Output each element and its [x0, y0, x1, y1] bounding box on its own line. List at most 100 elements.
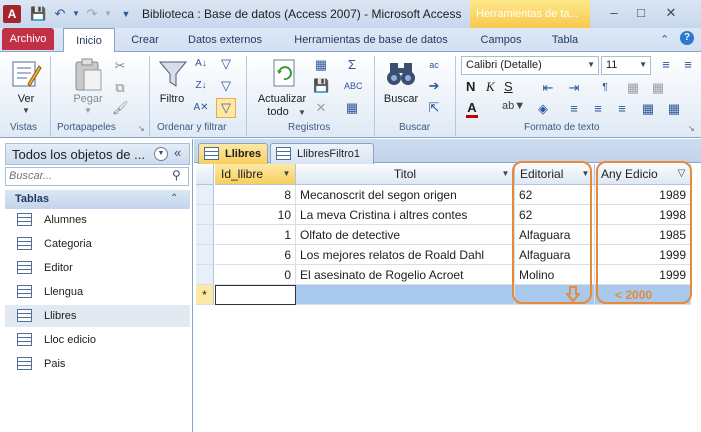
section-collapse-icon[interactable]: ⌃ — [170, 193, 178, 204]
cell-titol[interactable]: La meva Cristina i altres contes — [296, 205, 515, 225]
help-icon[interactable]: ? — [680, 31, 694, 45]
save-icon[interactable]: 💾 — [30, 6, 46, 22]
tab-crear[interactable]: Crear — [124, 28, 166, 52]
sort-ascending-icon[interactable]: A↓ — [193, 56, 209, 72]
nav-item-llibres[interactable]: Llibres — [5, 305, 190, 327]
highlight-icon[interactable]: ▦ — [650, 80, 666, 96]
toggle-filter-icon[interactable]: ▽ — [216, 98, 236, 118]
cell-titol[interactable]: Los mejores relatos de Roald Dahl — [296, 245, 515, 265]
advanced-filter-icon[interactable]: ▽ — [218, 78, 234, 94]
tab-archivo[interactable]: Archivo — [2, 28, 54, 50]
gridlines-icon[interactable]: ▦ — [640, 101, 656, 117]
nav-item-llengua[interactable]: Llengua — [5, 281, 190, 303]
selection-filter-icon[interactable]: ▽ — [218, 56, 234, 72]
doc-tab-llibresfiltro1[interactable]: LlibresFiltro1 — [270, 143, 374, 164]
new-record-marker[interactable]: * — [196, 285, 214, 305]
cell-id-llibre[interactable]: 0 — [215, 265, 296, 285]
align-center-icon[interactable]: ≡ — [590, 101, 606, 117]
access-app-icon[interactable]: A — [3, 5, 21, 23]
nav-search-box[interactable] — [5, 167, 189, 186]
alt-row-color-icon[interactable]: ▦ — [666, 101, 682, 117]
column-dropdown-icon[interactable]: ▼ — [500, 168, 511, 180]
rich-text-icon[interactable]: ▦ — [625, 80, 641, 96]
cell-id-llibre[interactable]: 6 — [215, 245, 296, 265]
column-sort-icon[interactable]: ▼ — [281, 168, 292, 180]
row-selector[interactable] — [196, 185, 214, 205]
totals-icon[interactable]: Σ — [344, 57, 360, 73]
redo-icon[interactable]: ↷ — [84, 6, 100, 22]
paste-dropdown-icon[interactable]: ▼ — [84, 106, 92, 115]
sort-descending-icon[interactable]: Z↓ — [193, 78, 209, 94]
row-selector[interactable] — [196, 225, 214, 245]
text-direction-icon[interactable]: ¶ — [597, 80, 613, 96]
cell-id-llibre[interactable]: 1 — [215, 225, 296, 245]
highlight-color-icon[interactable]: ab▼ — [502, 100, 525, 112]
collapse-pane-icon[interactable]: « — [174, 145, 181, 160]
nav-section-tablas[interactable]: Tablas — [5, 190, 190, 209]
nav-item-pais[interactable]: Pais — [5, 353, 190, 375]
customize-qat-icon[interactable]: ▼ — [118, 6, 134, 22]
nav-item-alumnes[interactable]: Alumnes — [5, 209, 190, 231]
underline-icon[interactable]: S — [504, 79, 513, 94]
refresh-dropdown-icon[interactable]: ▼ — [298, 108, 306, 117]
close-icon[interactable]: ✕ — [660, 4, 682, 22]
clipboard-launcher-icon[interactable]: ↘ — [138, 124, 145, 133]
nav-search-input[interactable] — [6, 168, 166, 184]
new-cell-titol[interactable] — [296, 285, 515, 305]
delete-record-icon[interactable]: ✕ — [313, 100, 329, 116]
select-all-corner[interactable] — [196, 164, 214, 185]
minimize-icon[interactable]: – — [603, 4, 625, 22]
tab-herramientas-bd[interactable]: Herramientas de base de datos — [285, 28, 457, 52]
format-painter-icon[interactable]: 🖌 — [112, 100, 129, 116]
cell-id-llibre[interactable]: 10 — [215, 205, 296, 225]
replace-icon[interactable]: ac — [426, 57, 442, 73]
cell-titol[interactable]: Olfato de detective — [296, 225, 515, 245]
refresh-all-button[interactable] — [268, 58, 300, 90]
nav-item-lloc-edicio[interactable]: Lloc edicio — [5, 329, 190, 351]
italic-icon[interactable]: K — [486, 79, 495, 95]
bold-icon[interactable]: N — [466, 79, 475, 94]
column-header-id-llibre[interactable]: Id_llibre ▼ — [215, 164, 296, 185]
goto-icon[interactable]: ➔ — [426, 78, 442, 94]
remove-sort-icon[interactable]: A✕ — [193, 100, 209, 116]
undo-icon[interactable]: ↶ — [52, 6, 68, 22]
font-size-select[interactable]: 11 ▼ — [601, 56, 651, 75]
row-selector[interactable] — [196, 265, 214, 285]
minimize-ribbon-icon[interactable]: ⌃ — [660, 33, 669, 46]
more-records-icon[interactable]: ▦ — [344, 100, 360, 116]
decrease-indent-icon[interactable]: ⇤ — [540, 80, 556, 96]
fill-color-icon[interactable]: ◈ — [535, 101, 551, 117]
new-record-icon[interactable]: ▦ — [313, 57, 329, 73]
tab-inicio[interactable]: Inicio — [63, 28, 115, 53]
nav-item-categoria[interactable]: Categoria — [5, 233, 190, 255]
tab-datos-externos[interactable]: Datos externos — [180, 28, 270, 52]
cell-titol[interactable]: El asesinato de Rogelio Acroet — [296, 265, 515, 285]
copy-icon[interactable]: ⧉ — [112, 80, 128, 96]
filter-button[interactable] — [158, 58, 188, 90]
undo-dropdown-icon[interactable]: ▼ — [68, 6, 84, 22]
tab-campos[interactable]: Campos — [474, 28, 528, 52]
view-dropdown-icon[interactable]: ▼ — [22, 106, 30, 115]
search-icon[interactable]: ⚲ — [172, 168, 181, 182]
save-record-icon[interactable]: 💾 — [313, 78, 329, 94]
find-button[interactable] — [385, 58, 417, 90]
column-header-titol[interactable]: Titol ▼ — [296, 164, 515, 185]
align-left-icon[interactable]: ≡ — [566, 101, 582, 117]
cell-id-llibre[interactable]: 8 — [215, 185, 296, 205]
row-selector[interactable] — [196, 205, 214, 225]
cut-icon[interactable]: ✂ — [112, 58, 128, 74]
row-selector[interactable] — [196, 245, 214, 265]
doc-tab-llibres[interactable]: Llibres — [198, 143, 268, 164]
paste-button[interactable] — [72, 58, 104, 92]
font-name-select[interactable]: Calibri (Detalle) ▼ — [461, 56, 599, 75]
maximize-icon[interactable]: □ — [630, 4, 652, 22]
align-right-icon[interactable]: ≡ — [614, 101, 630, 117]
tab-tabla[interactable]: Tabla — [540, 28, 590, 52]
format-launcher-icon[interactable]: ↘ — [688, 124, 695, 133]
nav-pane-menu-icon[interactable]: ▼ — [154, 147, 168, 161]
view-button[interactable] — [10, 58, 42, 90]
spelling-icon[interactable]: ABC — [344, 78, 363, 94]
redo-dropdown-icon[interactable]: ▼ — [100, 6, 116, 22]
font-color-icon[interactable]: A — [466, 100, 478, 118]
select-icon[interactable]: ⇱ — [426, 100, 442, 116]
